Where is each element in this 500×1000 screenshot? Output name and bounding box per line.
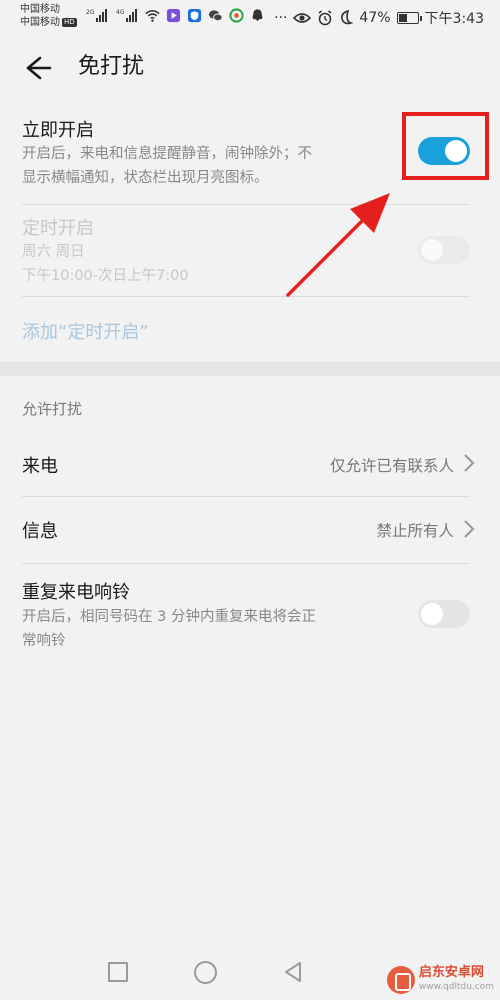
moon-icon <box>341 10 354 25</box>
shield-app-icon <box>187 8 202 23</box>
video-app-icon <box>166 8 181 23</box>
highlight-box <box>402 112 489 180</box>
home-circle-icon[interactable] <box>194 961 217 984</box>
alarm-icon <box>318 10 332 26</box>
chevron-right-icon <box>464 454 475 472</box>
divider <box>22 296 470 297</box>
hd-badge: HD <box>62 17 77 27</box>
add-schedule-link[interactable]: 添加“定时开启” <box>22 318 149 344</box>
watermark: 启东安卓网 www.qdltdu.com <box>386 965 494 994</box>
carrier-1: 中国移动 <box>20 4 60 15</box>
qq-icon <box>252 9 263 22</box>
toggle-knob <box>421 603 443 625</box>
repeat-toggle[interactable] <box>418 600 470 628</box>
network-type-2: 4G <box>116 9 125 16</box>
battery-percent: 47% <box>359 10 391 26</box>
chevron-right-icon <box>464 520 475 538</box>
calls-value: 仅允许已有联系人 <box>329 457 454 475</box>
messages-label: 信息 <box>22 521 58 542</box>
signal-1-icon: 2G <box>86 9 108 22</box>
status-bar: 中国移动 中国移动 HD 2G 4G ··· 47% 下午3:43 <box>0 0 500 36</box>
eye-comfort-icon <box>293 13 312 23</box>
immediate-description: 开启后，来电和信息提醒静音，闹钟除外；不 显示横幅通知，状态栏出现月亮图标。 <box>22 142 402 190</box>
status-right: ··· 47% 下午3:43 <box>274 8 484 28</box>
repeat-desc-line-1: 开启后，相同号码在 3 分钟内重复来电将会正 <box>22 609 316 625</box>
signal-2-icon: 4G <box>116 9 138 22</box>
watermark-url: www.qdltdu.com <box>418 982 494 992</box>
page-title: 免打扰 <box>78 54 145 79</box>
repeat-description: 开启后，相同号码在 3 分钟内重复来电将会正 常响铃 <box>22 605 402 653</box>
recents-square-icon[interactable] <box>108 962 128 982</box>
watermark-name: 启东安卓网 <box>418 965 484 980</box>
wifi-icon <box>145 10 160 22</box>
carrier-2: 中国移动 <box>20 17 60 28</box>
allow-section-label: 允许打扰 <box>22 400 83 418</box>
repeat-title: 重复来电响铃 <box>22 582 130 603</box>
calls-label: 来电 <box>22 456 58 477</box>
back-arrow-icon[interactable] <box>18 50 54 86</box>
watermark-logo-icon <box>386 966 415 994</box>
annotation-arrow-icon <box>286 193 390 297</box>
wechat-icon <box>208 10 223 22</box>
immediate-desc-line-1: 开启后，来电和信息提醒静音，闹钟除外；不 <box>22 146 312 162</box>
more-dots-icon: ··· <box>274 10 288 26</box>
scheduled-time-range: 下午10:00-次日上午7:00 <box>22 268 189 284</box>
carrier-info: 中国移动 中国移动 HD <box>20 3 77 29</box>
scheduled-toggle[interactable] <box>418 236 470 264</box>
messages-row[interactable]: 信息 禁止所有人 <box>0 497 500 563</box>
notification-icons <box>145 8 265 23</box>
section-separator <box>0 362 500 376</box>
app-header: 免打扰 <box>0 36 500 100</box>
calls-row[interactable]: 来电 仅允许已有联系人 <box>0 430 500 496</box>
clock-time: 下午3:43 <box>424 11 484 27</box>
divider <box>22 563 470 564</box>
scheduled-title: 定时开启 <box>22 218 94 239</box>
immediate-title: 立即开启 <box>22 120 94 141</box>
toggle-knob <box>421 239 443 261</box>
scheduled-days: 周六 周日 <box>22 244 85 260</box>
messages-value: 禁止所有人 <box>376 522 454 540</box>
repeat-desc-line-2: 常响铃 <box>22 633 66 649</box>
network-type-1: 2G <box>86 9 95 16</box>
browser-app-icon <box>229 8 244 23</box>
back-triangle-icon[interactable] <box>282 960 304 984</box>
battery-icon <box>396 12 422 24</box>
divider <box>22 204 470 205</box>
